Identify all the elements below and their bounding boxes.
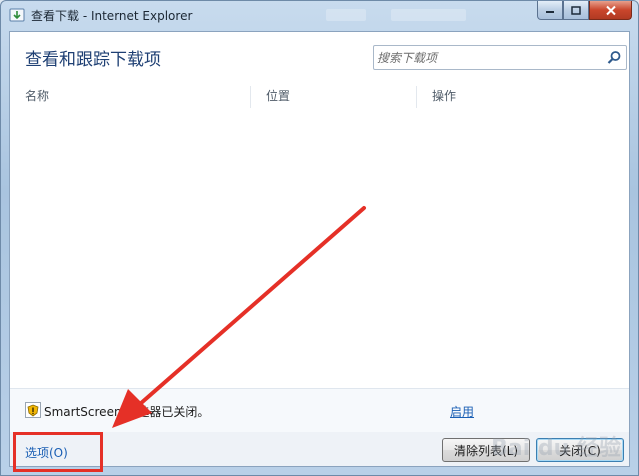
page-title: 查看和跟踪下载项 [25, 50, 161, 70]
close-button[interactable]: 关闭(C) [536, 438, 624, 462]
shield-warning-icon [25, 402, 41, 418]
ie-download-icon [9, 7, 25, 23]
maximize-icon [571, 5, 581, 15]
dialog-client: 查看和跟踪下载项 名称 位置 操作 [9, 31, 630, 472]
window-title: 查看下载 - Internet Explorer [31, 9, 193, 23]
download-list[interactable] [10, 110, 629, 388]
close-icon [605, 5, 616, 15]
column-header-location[interactable]: 位置 [251, 84, 416, 110]
smartscreen-status-text: SmartScreen 筛选器已关闭。 [44, 405, 210, 419]
column-headers: 名称 位置 操作 [10, 84, 629, 110]
search-box[interactable] [373, 45, 627, 70]
column-header-name[interactable]: 名称 [10, 84, 250, 110]
annotation-highlight-box [13, 432, 103, 472]
minimize-icon [546, 11, 554, 13]
status-bar: SmartScreen 筛选器已关闭。 启用 [10, 388, 629, 432]
title-bar[interactable]: 查看下载 - Internet Explorer [1, 1, 638, 31]
download-window: 查看下载 - Internet Explorer 查看和跟踪下载项 搜索下载项 … [0, 0, 639, 476]
close-window-button[interactable] [589, 1, 632, 20]
background-blur [326, 9, 366, 21]
column-header-actions[interactable]: 操作 [417, 84, 629, 110]
minimize-button[interactable] [537, 1, 563, 20]
clear-list-button[interactable]: 清除列表(L) [442, 438, 530, 462]
search-input[interactable] [377, 48, 597, 67]
enable-smartscreen-link[interactable]: 启用 [450, 403, 474, 420]
dialog-footer: 选项(O) 清除列表(L) 关闭(C) [10, 432, 629, 472]
search-icon[interactable] [606, 50, 622, 66]
maximize-button[interactable] [563, 1, 589, 20]
background-blur [391, 9, 466, 21]
